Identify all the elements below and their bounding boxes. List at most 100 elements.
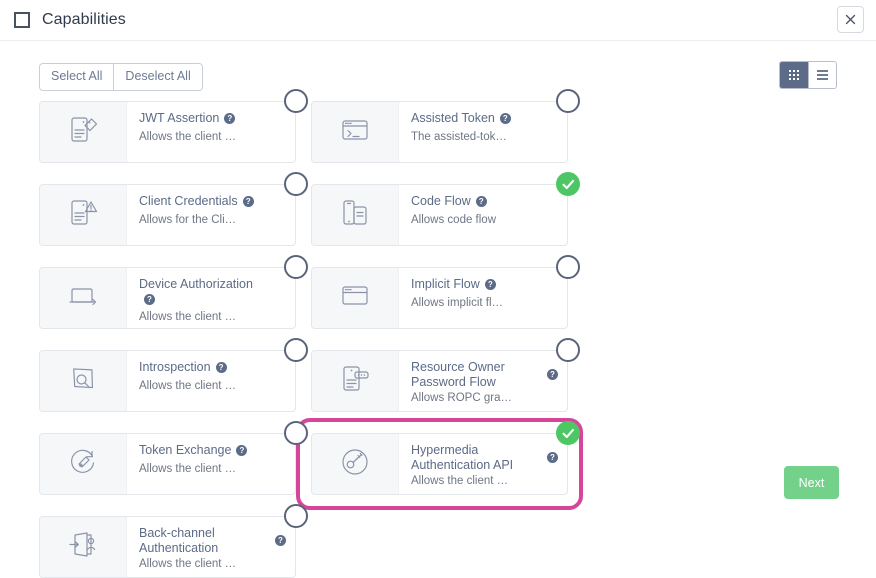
- card-description: Allows ROPC gra…: [411, 392, 512, 404]
- card-title-text: Hypermedia Authentication API: [411, 443, 514, 472]
- capability-card-10[interactable]: Hypermedia Authentication API? Allows the…: [296, 418, 583, 510]
- help-icon[interactable]: ?: [215, 362, 227, 373]
- help-icon[interactable]: ?: [224, 113, 236, 124]
- card-unselected-toggle[interactable]: [556, 255, 580, 279]
- help-icon[interactable]: ?: [236, 445, 248, 456]
- token-exchange-icon: [63, 442, 103, 487]
- grid-view-button[interactable]: [780, 62, 808, 88]
- hypermedia-authentication-api-icon: [335, 442, 375, 487]
- card-icon-panel: [40, 434, 127, 494]
- resource-owner-password-flow-icon: [335, 359, 375, 404]
- card-description: Allows the client …: [139, 130, 237, 143]
- card-surface[interactable]: Hypermedia Authentication API? Allows the…: [311, 433, 568, 495]
- grid-view-icon: [789, 70, 799, 80]
- card-body: Back-channel Authentication? Allows the c…: [127, 517, 295, 577]
- help-icon[interactable]: ?: [547, 369, 558, 380]
- card-unselected-toggle[interactable]: [284, 172, 308, 196]
- jwt-assertion-icon: [63, 110, 103, 155]
- capability-card-9[interactable]: Token Exchange? Allows the client …: [39, 421, 308, 495]
- card-icon-panel: [40, 351, 127, 411]
- capability-card-1[interactable]: JWT Assertion? Allows the client …: [39, 89, 308, 163]
- capability-card-5[interactable]: Device Authorization? Allows the client …: [39, 255, 308, 329]
- card-unselected-toggle[interactable]: [284, 421, 308, 445]
- check-icon: [561, 428, 574, 438]
- card-title: Implicit Flow?: [411, 277, 557, 292]
- card-body: Code Flow? Allows code flow: [399, 185, 567, 245]
- card-surface[interactable]: Resource Owner Password Flow? Allows ROPC…: [311, 350, 568, 412]
- card-surface[interactable]: Assisted Token? The assisted-tok…: [311, 101, 568, 163]
- card-title-text: Token Exchange: [139, 443, 232, 457]
- help-icon[interactable]: ?: [484, 279, 496, 290]
- help-icon[interactable]: ?: [547, 452, 558, 463]
- card-title: Introspection?: [139, 360, 285, 375]
- help-icon[interactable]: ?: [499, 113, 511, 124]
- card-title-text: Assisted Token: [411, 111, 495, 125]
- capability-card-2[interactable]: Assisted Token? The assisted-tok…: [311, 89, 580, 163]
- toolbar: Select All Deselect All: [0, 41, 876, 91]
- card-title: Device Authorization?: [139, 277, 285, 306]
- card-surface[interactable]: Token Exchange? Allows the client …: [39, 433, 296, 495]
- card-surface[interactable]: Back-channel Authentication? Allows the c…: [39, 516, 296, 578]
- client-credentials-icon: [63, 193, 103, 238]
- card-title: Code Flow?: [411, 194, 557, 209]
- card-description: Allows the client …: [139, 311, 237, 323]
- card-body: Device Authorization? Allows the client …: [127, 268, 295, 328]
- capability-card-6[interactable]: Implicit Flow? Allows implicit fl…: [311, 255, 580, 329]
- introspection-icon: [63, 359, 103, 404]
- card-unselected-toggle[interactable]: [284, 338, 308, 362]
- select-toggle-group: Select All Deselect All: [39, 63, 203, 91]
- card-unselected-toggle[interactable]: [284, 255, 308, 279]
- card-body: Introspection? Allows the client …: [127, 351, 295, 411]
- help-icon[interactable]: ?: [242, 196, 254, 207]
- help-icon[interactable]: ?: [144, 293, 155, 305]
- card-title-text: JWT Assertion: [139, 111, 220, 125]
- card-surface[interactable]: Device Authorization? Allows the client …: [39, 267, 296, 329]
- card-unselected-toggle[interactable]: [284, 504, 308, 528]
- capability-card-8[interactable]: Resource Owner Password Flow? Allows ROPC…: [311, 338, 580, 412]
- code-flow-icon: [335, 193, 375, 238]
- card-unselected-toggle[interactable]: [556, 338, 580, 362]
- card-title-text: Device Authorization: [139, 277, 253, 291]
- page-title: Capabilities: [42, 11, 126, 28]
- card-surface[interactable]: Client Credentials? Allows for the Cli…: [39, 184, 296, 246]
- card-surface[interactable]: JWT Assertion? Allows the client …: [39, 101, 296, 163]
- card-unselected-toggle[interactable]: [556, 89, 580, 113]
- next-button[interactable]: Next: [784, 466, 839, 499]
- card-title-text: Introspection: [139, 360, 211, 374]
- card-icon-panel: [312, 268, 399, 328]
- card-description: Allows for the Cli…: [139, 213, 237, 226]
- card-body: Client Credentials? Allows for the Cli…: [127, 185, 295, 245]
- card-surface[interactable]: Implicit Flow? Allows implicit fl…: [311, 267, 568, 329]
- capability-card-11[interactable]: Back-channel Authentication? Allows the c…: [39, 504, 308, 578]
- card-description: Allows the client …: [139, 379, 237, 392]
- card-title: Resource Owner Password Flow: [411, 360, 557, 389]
- card-icon-panel: [40, 517, 127, 577]
- list-view-button[interactable]: [808, 62, 836, 88]
- card-selected-toggle[interactable]: [556, 421, 580, 445]
- help-icon[interactable]: ?: [475, 196, 487, 207]
- assisted-token-icon: [335, 110, 375, 155]
- select-all-button[interactable]: Select All: [40, 64, 114, 90]
- card-title-text: Implicit Flow: [411, 277, 480, 291]
- list-view-icon: [817, 70, 828, 80]
- card-title-text: Resource Owner Password Flow: [411, 360, 505, 389]
- card-icon-panel: [312, 102, 399, 162]
- card-icon-panel: [40, 268, 127, 328]
- check-icon: [561, 179, 574, 189]
- card-body: Resource Owner Password Flow? Allows ROPC…: [399, 351, 567, 411]
- capabilities-dialog: Capabilities Select All Deselect All JWT…: [0, 0, 876, 578]
- card-title: JWT Assertion?: [139, 111, 285, 126]
- capability-card-3[interactable]: Client Credentials? Allows for the Cli…: [39, 172, 308, 246]
- capability-card-4[interactable]: Code Flow? Allows code flow: [311, 172, 580, 246]
- deselect-all-button[interactable]: Deselect All: [113, 64, 202, 90]
- capability-card-7[interactable]: Introspection? Allows the client …: [39, 338, 308, 412]
- card-surface[interactable]: Introspection? Allows the client …: [39, 350, 296, 412]
- implicit-flow-icon: [335, 276, 375, 321]
- help-icon[interactable]: ?: [275, 535, 286, 546]
- card-selected-toggle[interactable]: [556, 172, 580, 196]
- card-description: Allows the client …: [411, 475, 509, 487]
- capability-card-grid: JWT Assertion? Allows the client … Assiste…: [39, 89, 839, 578]
- card-surface[interactable]: Code Flow? Allows code flow: [311, 184, 568, 246]
- close-button[interactable]: [837, 6, 864, 33]
- card-unselected-toggle[interactable]: [284, 89, 308, 113]
